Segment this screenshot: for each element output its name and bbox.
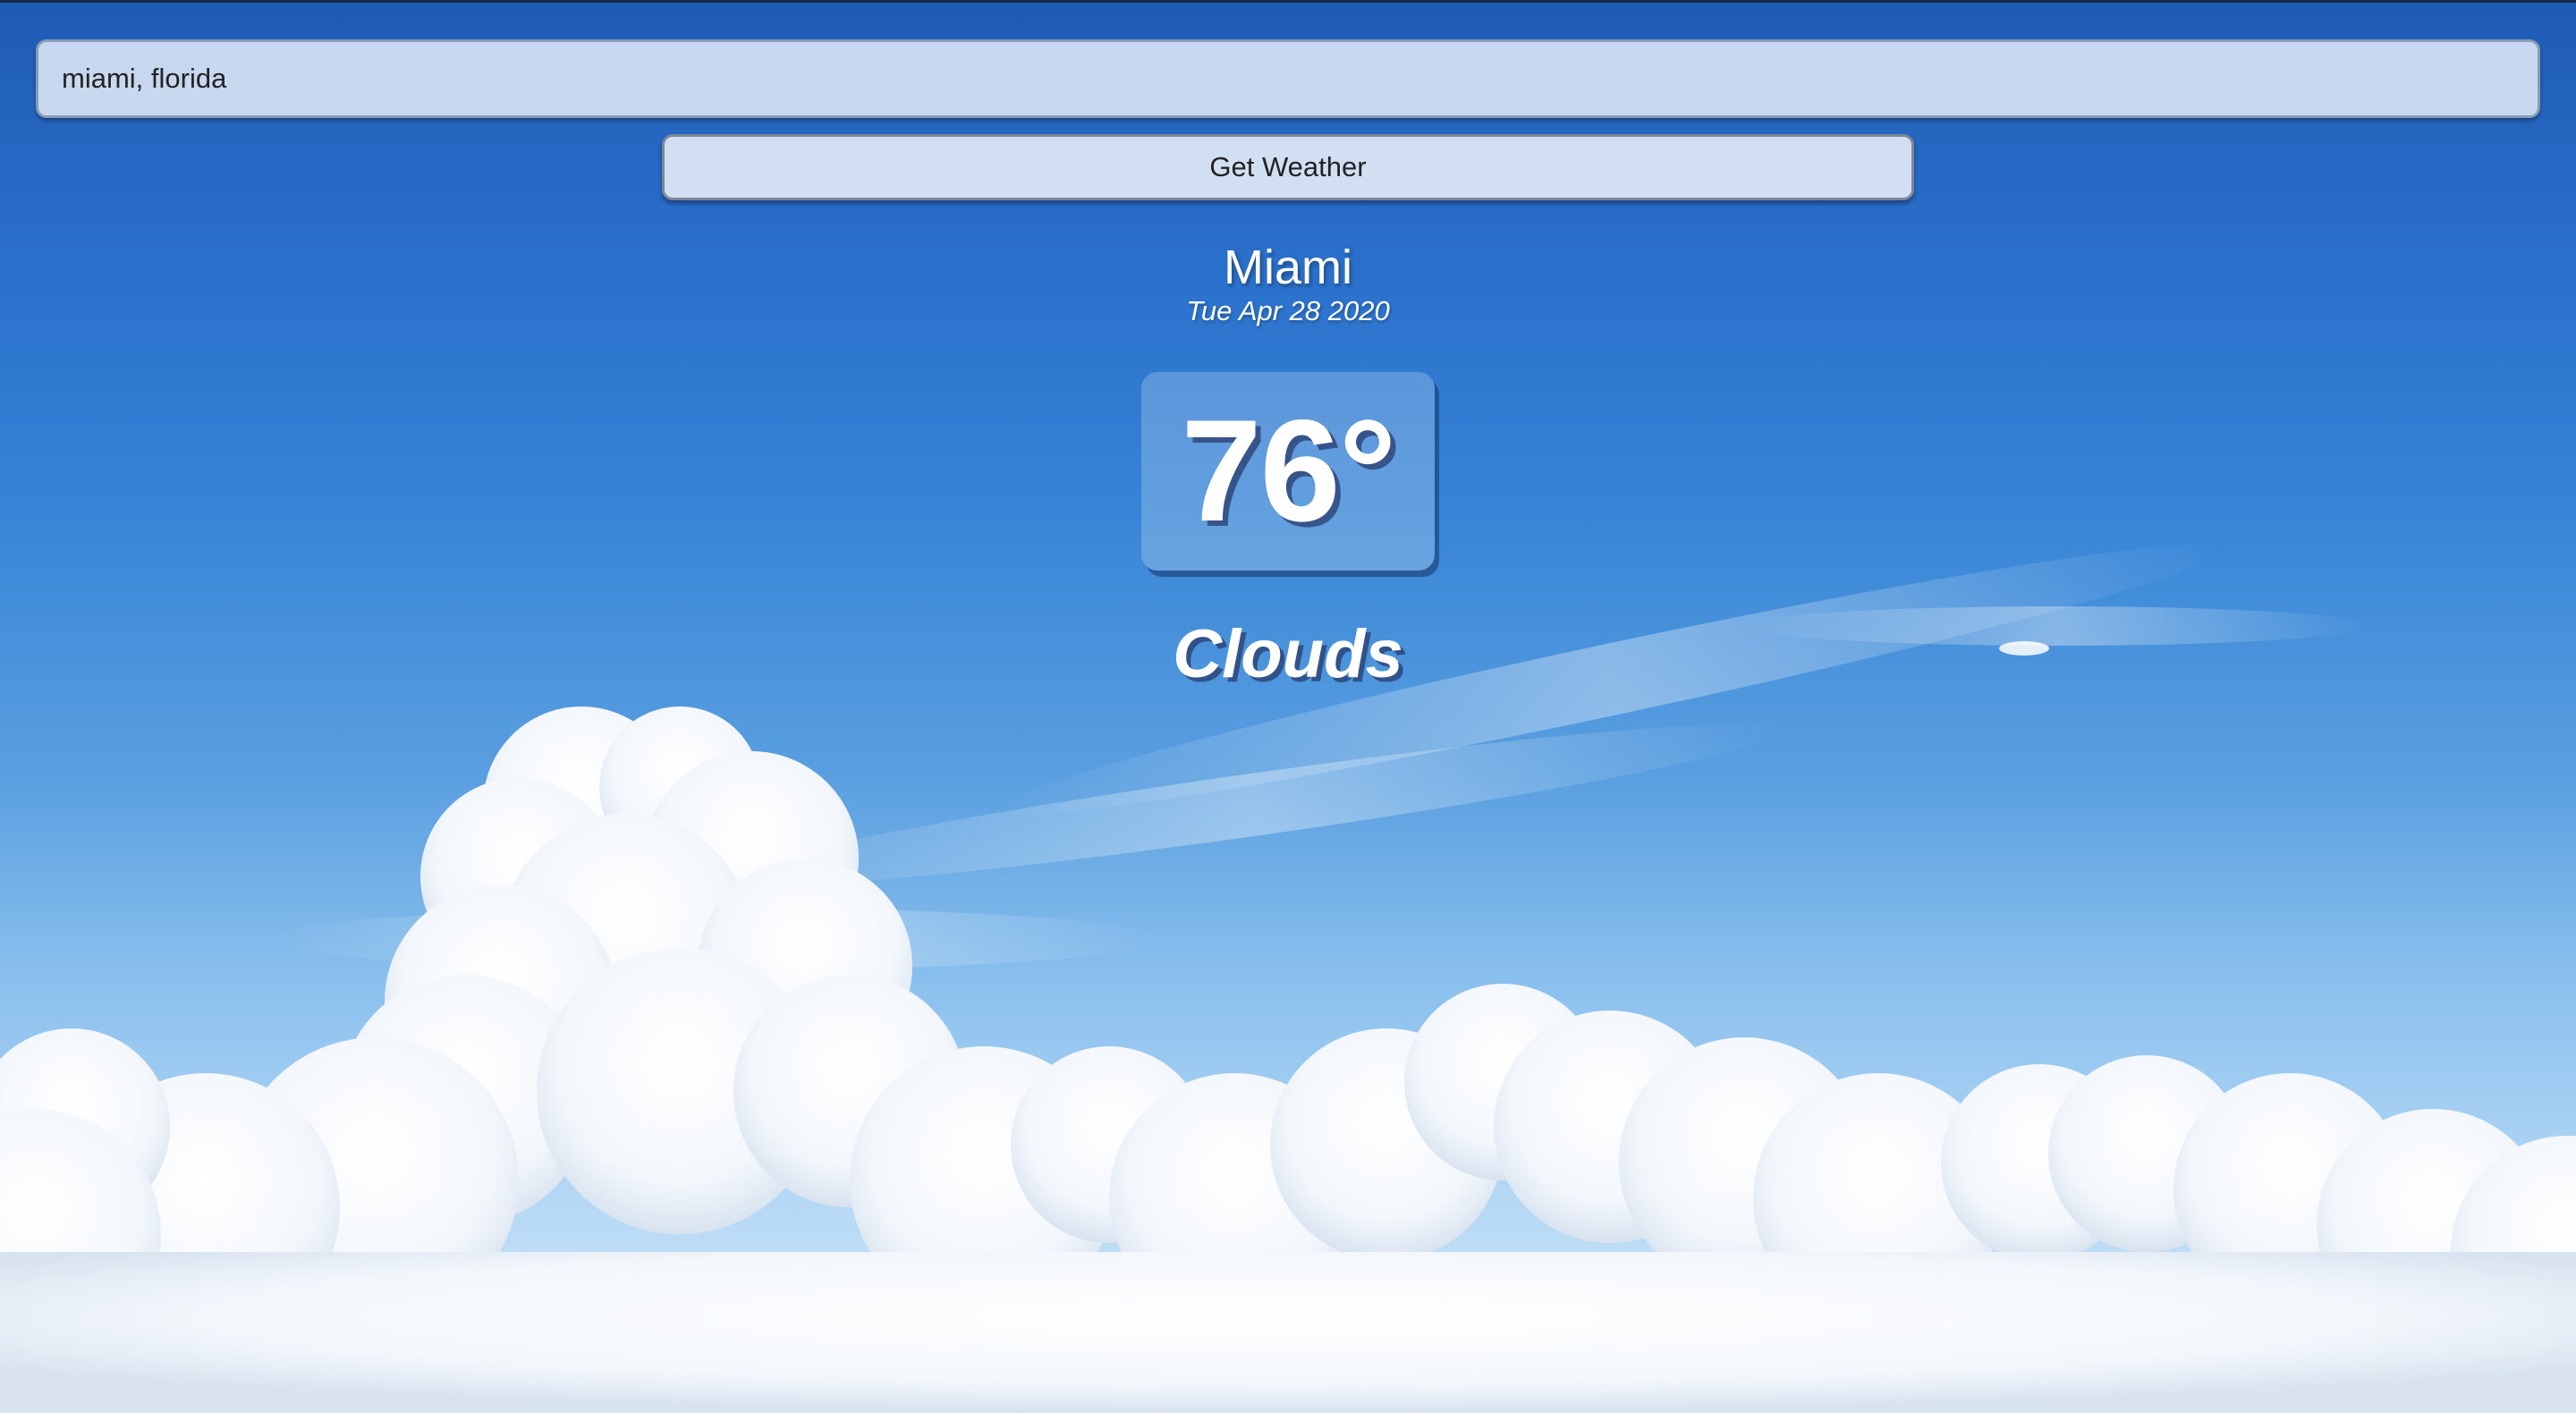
temperature-value: 76° xyxy=(1181,390,1397,552)
city-search-input[interactable] xyxy=(36,39,2540,118)
temperature-card: 76° xyxy=(1141,372,1435,571)
window-top-border xyxy=(0,0,2576,3)
weather-condition: Clouds xyxy=(1173,616,1403,692)
forecast-date: Tue Apr 28 2020 xyxy=(1186,295,1390,326)
get-weather-button[interactable]: Get Weather xyxy=(662,134,1914,200)
sky-background xyxy=(0,0,2576,1413)
cloud-background-image xyxy=(0,545,2576,1413)
city-name: Miami xyxy=(1224,241,1352,294)
